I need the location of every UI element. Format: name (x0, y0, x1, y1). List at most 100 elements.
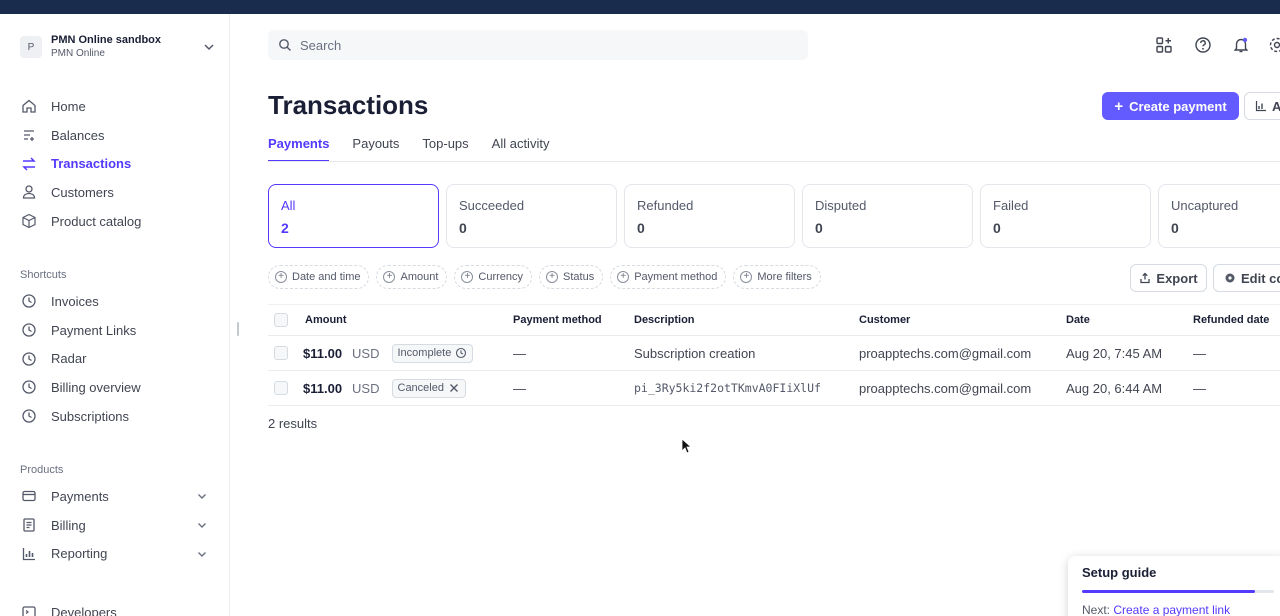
clock-icon (20, 378, 38, 396)
tab-all-activity[interactable]: All activity (492, 136, 550, 162)
analyze-label: A (1272, 98, 1280, 114)
sidebar-item-payment-links[interactable]: Payment Links (20, 316, 220, 345)
products-heading: Products (20, 464, 64, 476)
status-card-succeeded[interactable]: Succeeded 0 (446, 184, 617, 248)
column-header-date[interactable]: Date (1066, 305, 1090, 335)
sidebar-item-label: Radar (51, 351, 87, 367)
clock-icon (20, 321, 38, 339)
filter-date-and-time[interactable]: + Date and time (268, 265, 370, 289)
x-icon (449, 384, 458, 392)
sidebar-item-reporting[interactable]: Reporting (20, 539, 220, 568)
page-title: Transactions (268, 90, 429, 120)
tab-top-ups[interactable]: Top-ups (422, 136, 468, 162)
terminal-icon (20, 603, 38, 616)
analyze-button[interactable]: A (1244, 92, 1280, 120)
sidebar-item-transactions[interactable]: Transactions (20, 149, 220, 178)
tab-payouts[interactable]: Payouts (352, 136, 399, 162)
status-card-label: All (281, 198, 296, 213)
account-switcher[interactable]: P PMN Online sandbox PMN Online (20, 32, 216, 62)
filter-currency[interactable]: + Currency (454, 265, 533, 289)
setup-guide-panel[interactable]: Setup guide Next: Create a payment link (1068, 556, 1280, 616)
status-card-label: Succeeded (459, 198, 525, 213)
select-all-checkbox[interactable] (274, 313, 288, 327)
status-card-count: 0 (815, 220, 823, 236)
filter-amount[interactable]: + Amount (376, 265, 448, 289)
sidebar-item-radar[interactable]: Radar (20, 344, 220, 373)
sidebar-item-label: Customers (51, 184, 114, 200)
row-checkbox[interactable] (274, 381, 288, 395)
filter-more-filters[interactable]: + More filters (733, 265, 821, 289)
help-icon[interactable] (1193, 35, 1213, 55)
create-payment-label: Create payment (1129, 98, 1227, 114)
status-badge-label: Incomplete (397, 347, 452, 359)
sidebar-item-label: Invoices (51, 293, 99, 309)
plus-circle-icon: + (383, 271, 396, 283)
edit-columns-label: Edit co (1241, 270, 1280, 286)
plus-circle-icon: + (275, 271, 287, 283)
filter-status[interactable]: + Status (539, 265, 604, 289)
plus-circle-icon: + (740, 271, 753, 283)
setup-guide-next: Next: Create a payment link (1082, 603, 1274, 616)
status-card-failed[interactable]: Failed 0 (980, 184, 1151, 248)
status-card-count: 0 (1171, 220, 1179, 236)
chart-icon (1255, 101, 1266, 112)
account-avatar: P (20, 36, 42, 58)
status-card-all[interactable]: All 2 (268, 184, 439, 248)
sidebar-item-billing-overview[interactable]: Billing overview (20, 373, 220, 402)
create-payment-button[interactable]: + Create payment (1102, 92, 1239, 120)
plus-circle-icon: + (617, 271, 630, 283)
column-header-description[interactable]: Description (634, 305, 695, 335)
filter-label: Currency (478, 271, 524, 283)
apps-icon[interactable] (1154, 35, 1174, 55)
bell-icon[interactable] (1231, 35, 1251, 55)
status-card-refunded[interactable]: Refunded 0 (624, 184, 795, 248)
status-card-uncaptured[interactable]: Uncaptured 0 (1158, 184, 1280, 248)
row-checkbox[interactable] (274, 346, 288, 360)
person-icon (20, 183, 38, 201)
table-row[interactable]: $11.00 USD Canceled — pi_3Ry5ki2f2otTKmv… (268, 371, 1280, 406)
sidebar-item-payments[interactable]: Payments (20, 482, 220, 511)
edit-columns-button[interactable]: Edit co (1213, 264, 1280, 292)
status-card-count: 0 (459, 220, 467, 236)
sidebar-item-invoices[interactable]: Invoices (20, 287, 220, 316)
sidebar-item-balances[interactable]: Balances (20, 121, 220, 150)
filter-payment-method[interactable]: + Payment method (610, 265, 727, 289)
chevron-down-icon (198, 494, 206, 500)
sidebar-item-developers[interactable]: Developers (20, 598, 220, 616)
sidebar-item-label: Product catalog (51, 213, 142, 229)
home-icon (20, 97, 38, 115)
status-card-label: Disputed (815, 198, 867, 213)
setup-guide-progress-fill (1082, 590, 1255, 593)
sidebar-item-product-catalog[interactable]: Product catalog (20, 207, 220, 236)
table-header-row: Amount Payment method Description Custom… (268, 304, 1280, 336)
account-name: PMN Online sandbox (51, 34, 162, 46)
column-header-customer[interactable]: Customer (859, 305, 910, 335)
refunded-date-value: — (1193, 380, 1206, 396)
filter-label: More filters (757, 271, 812, 283)
search-input[interactable] (300, 37, 780, 53)
sidebar-item-home[interactable]: Home (20, 92, 220, 121)
status-card-disputed[interactable]: Disputed 0 (802, 184, 973, 248)
sidebar-item-customers[interactable]: Customers (20, 178, 220, 207)
column-header-amount[interactable]: Amount (305, 305, 347, 335)
settings-icon[interactable] (1267, 35, 1280, 55)
sidebar-resize-handle[interactable] (237, 322, 239, 336)
sidebar-item-billing[interactable]: Billing (20, 511, 220, 540)
column-header-payment-method[interactable]: Payment method (513, 305, 602, 335)
sidebar-item-subscriptions[interactable]: Subscriptions (20, 402, 220, 431)
sidebar: P PMN Online sandbox PMN Online Home Bal… (0, 14, 230, 616)
status-card-count: 0 (637, 220, 645, 236)
tab-payments[interactable]: Payments (268, 136, 330, 162)
search-bar[interactable] (268, 30, 808, 60)
table-row[interactable]: $11.00 USD Incomplete — Subscription cre… (268, 336, 1280, 371)
shortcuts-heading: Shortcuts (20, 269, 67, 281)
status-card-label: Uncaptured (1171, 198, 1239, 213)
export-button[interactable]: Export (1130, 264, 1207, 292)
currency-value: USD (352, 380, 380, 396)
currency-value: USD (352, 345, 380, 361)
chevron-down-icon (198, 551, 206, 557)
clock-icon (20, 407, 38, 425)
sidebar-item-label: Home (51, 98, 86, 114)
column-header-refunded-date[interactable]: Refunded date (1193, 305, 1269, 335)
setup-guide-next-link[interactable]: Create a payment link (1113, 603, 1230, 616)
